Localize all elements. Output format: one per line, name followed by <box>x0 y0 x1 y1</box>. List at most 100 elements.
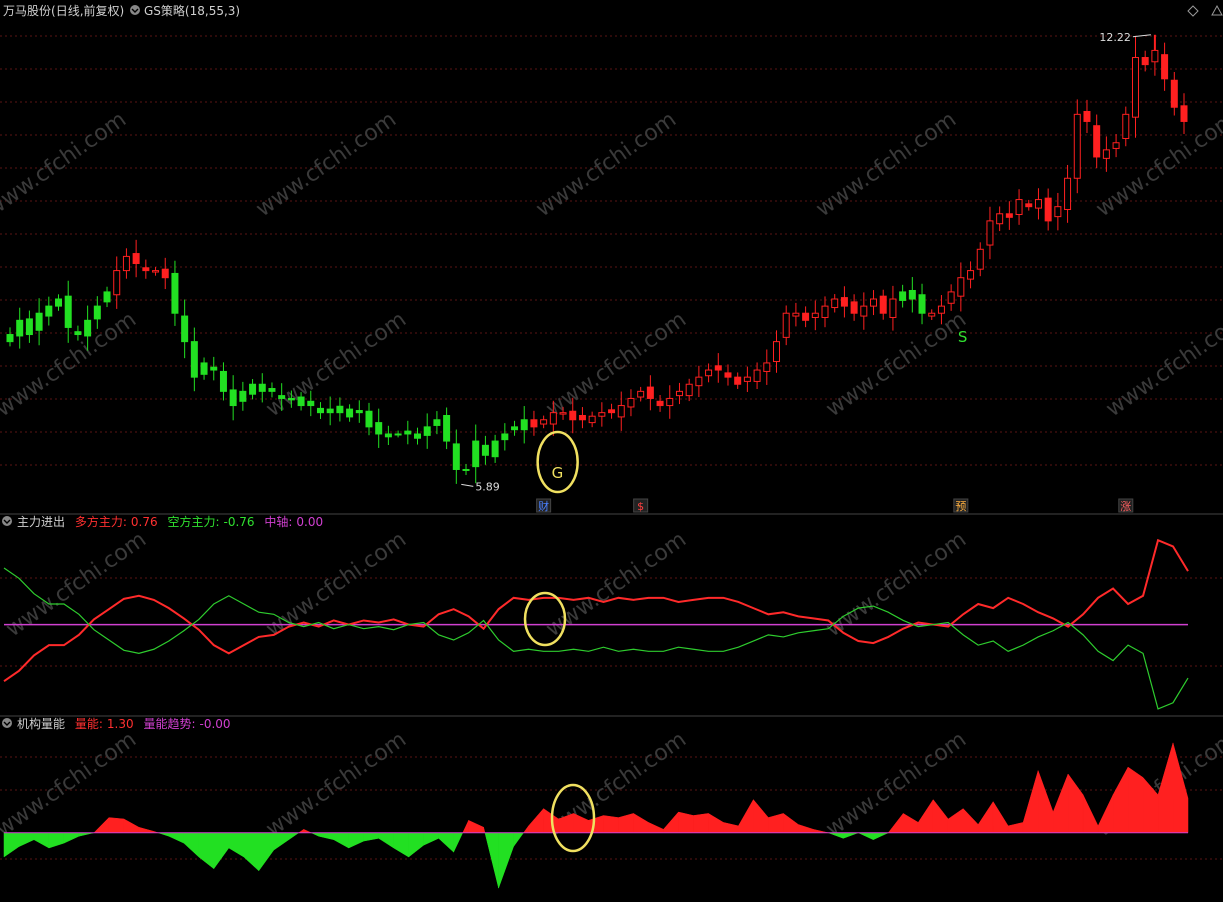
candle-body <box>55 298 63 307</box>
event-marker-label: 财 <box>538 499 549 513</box>
candle-body <box>16 319 24 337</box>
volume-label: 量能: <box>75 717 103 731</box>
candle-body <box>831 298 839 309</box>
pane3-title: 机构量能 <box>17 716 65 731</box>
volume-area-segment <box>108 817 125 834</box>
candle-body <box>714 365 722 371</box>
candle-body <box>219 370 227 392</box>
candle-body <box>433 419 441 426</box>
candle-body <box>462 468 470 471</box>
candle-body <box>84 319 92 337</box>
candle-body <box>656 400 664 407</box>
candle-body <box>171 272 179 314</box>
event-marker-label: $ <box>637 500 644 513</box>
candle-body <box>1151 49 1159 63</box>
candle-body <box>239 390 247 402</box>
bear-value: -0.76 <box>223 515 254 529</box>
candle-body <box>1005 213 1013 218</box>
candle-body <box>1025 203 1033 208</box>
candle-body <box>569 410 577 421</box>
candle-body <box>879 295 887 314</box>
candle-body <box>64 295 72 328</box>
candle-body <box>45 305 53 317</box>
volume-area-segment <box>1127 766 1144 834</box>
candle-body <box>1170 79 1178 108</box>
candle-body <box>365 410 373 428</box>
candle-body <box>35 312 43 331</box>
candle-body <box>918 294 926 314</box>
candle-body <box>423 426 431 436</box>
candle-body <box>200 362 208 375</box>
candle-body <box>1054 206 1062 218</box>
candle-body <box>1064 177 1072 211</box>
indicator-params: (18,55,3) <box>185 4 240 18</box>
pane2-title-row: 主力进出 多方主力: 0.76 空方主力: -0.76 中轴: 0.00 <box>17 514 323 529</box>
candle-body <box>258 383 266 392</box>
candle-body <box>928 312 936 317</box>
candle-body <box>947 291 955 304</box>
event-marker-label: 预 <box>955 500 966 513</box>
candle-body <box>860 305 868 317</box>
candle-body <box>152 270 160 273</box>
candle-body <box>355 410 363 414</box>
candle-body <box>1083 110 1091 122</box>
candle-body <box>598 412 606 417</box>
chevron-down-icon[interactable] <box>2 718 12 728</box>
candle-body <box>908 289 916 300</box>
candle-body <box>1044 197 1052 222</box>
candle-body <box>1093 125 1101 158</box>
candle-body <box>627 397 635 408</box>
candle-body <box>249 383 257 395</box>
candle-body <box>578 415 586 421</box>
candle-body <box>74 331 82 336</box>
candle-body <box>811 312 819 318</box>
candle-body <box>540 419 548 425</box>
candle-body <box>996 213 1004 225</box>
candle-body <box>414 433 422 439</box>
bull-label: 多方主力: <box>75 514 127 529</box>
bull-value: 0.76 <box>131 515 158 529</box>
candle-body <box>511 426 519 431</box>
candle-body <box>452 443 460 470</box>
candle-body <box>724 372 732 378</box>
candle-body <box>404 430 412 435</box>
candle-body <box>384 433 392 438</box>
candle-body <box>967 270 975 280</box>
candle-body <box>685 383 693 397</box>
candle-body <box>501 433 509 441</box>
candle-body <box>268 388 276 392</box>
stock-chart[interactable]: www.cfchi.com www.cfchi.com www.cfchi.com w… <box>0 0 1223 898</box>
candle-body <box>870 298 878 307</box>
candle-body <box>142 267 150 272</box>
chevron-down-icon[interactable] <box>2 516 12 526</box>
chevron-down-icon[interactable] <box>130 5 140 15</box>
candle-body <box>132 253 140 264</box>
candle-body <box>695 376 703 387</box>
candle-body <box>210 366 218 371</box>
volume-trend-value: -0.00 <box>199 717 230 731</box>
pane3-title-row: 机构量能 量能: 1.30 量能趋势: -0.00 <box>17 716 231 731</box>
candle-body <box>666 397 674 407</box>
candle-body <box>840 297 848 307</box>
candle-body <box>472 440 480 468</box>
candle-body <box>1015 199 1023 215</box>
volume-area-segment <box>678 811 694 834</box>
candle-body <box>113 270 121 296</box>
candle-body <box>889 298 897 318</box>
pane2-title: 主力进出 <box>17 515 65 529</box>
candle-body <box>346 408 354 418</box>
candle-body <box>394 433 402 436</box>
volume-value: 1.30 <box>107 717 134 731</box>
candle-body <box>957 277 965 297</box>
candle-body <box>530 419 538 428</box>
candle-body <box>734 376 742 385</box>
candle-body <box>937 305 945 314</box>
candle-body <box>549 412 557 425</box>
candle-body <box>675 390 683 397</box>
candle-body <box>1122 113 1130 139</box>
candle-body <box>1161 54 1169 80</box>
candle-body <box>976 248 984 270</box>
volume-area-segment <box>603 815 619 834</box>
indicator-title: GS策略(18,55,3) <box>144 3 240 18</box>
candle-body <box>336 405 344 414</box>
